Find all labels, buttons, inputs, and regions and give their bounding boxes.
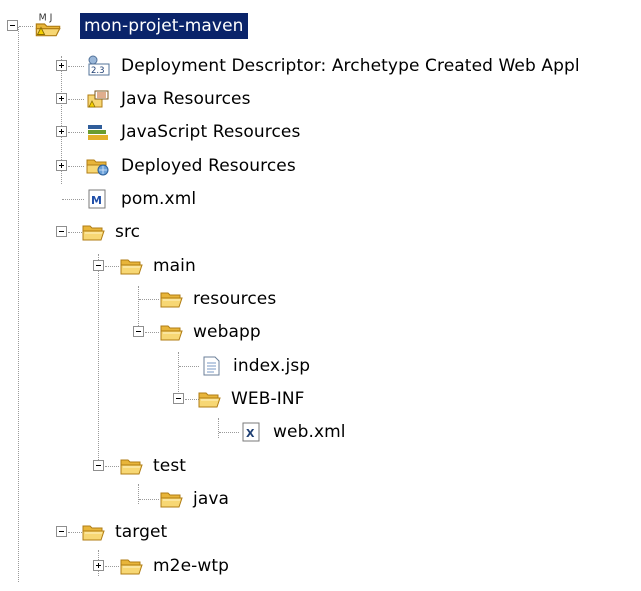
tree-item-index-jsp[interactable]: index.jsp bbox=[0, 350, 641, 383]
tree-item-label: JavaScript Resources bbox=[121, 122, 301, 142]
svg-text:2.3: 2.3 bbox=[91, 66, 105, 76]
tree-item-label: pom.xml bbox=[121, 189, 197, 209]
tree-line bbox=[19, 26, 33, 27]
tree-item-java-resources[interactable]: Java Resources bbox=[0, 83, 641, 116]
tree-line bbox=[68, 232, 82, 233]
project-explorer-tree: M J mon-projet-maven 2.3 Deployment Desc… bbox=[0, 0, 641, 591]
expand-toggle-icon[interactable] bbox=[56, 160, 67, 171]
tree-item-resources[interactable]: resources bbox=[0, 283, 641, 316]
tree-line bbox=[139, 499, 159, 500]
tree-line bbox=[139, 299, 159, 300]
folder-open-icon bbox=[82, 221, 106, 243]
tree-item-label: Java Resources bbox=[121, 89, 251, 109]
folder-open-icon bbox=[160, 288, 184, 310]
tree-line bbox=[68, 132, 84, 133]
collapse-toggle-icon[interactable] bbox=[7, 20, 18, 31]
collapse-toggle-icon[interactable] bbox=[93, 460, 104, 471]
svg-text:M J: M J bbox=[39, 13, 53, 24]
folder-open-icon bbox=[120, 255, 144, 277]
tree-item-label: src bbox=[115, 222, 141, 242]
folder-open-icon bbox=[120, 455, 144, 477]
tree-item-label: java bbox=[193, 489, 230, 509]
tree-line bbox=[68, 166, 84, 167]
collapse-toggle-icon[interactable] bbox=[93, 260, 104, 271]
java-resources-icon bbox=[87, 90, 109, 108]
folder-open-icon bbox=[198, 388, 222, 410]
tree-line bbox=[145, 332, 159, 333]
tree-item-label: webapp bbox=[193, 322, 261, 342]
tree-item-m2e-wtp[interactable]: m2e-wtp bbox=[0, 550, 641, 583]
folder-open-icon bbox=[160, 488, 184, 510]
tree-item-pom-xml[interactable]: M pom.xml bbox=[0, 183, 641, 216]
tree-item-target[interactable]: target bbox=[0, 516, 641, 549]
tree-item-label: WEB-INF bbox=[231, 389, 305, 409]
expand-toggle-icon[interactable] bbox=[56, 126, 67, 137]
collapse-toggle-icon[interactable] bbox=[56, 526, 67, 537]
tree-item-label: test bbox=[153, 456, 187, 476]
tree-line bbox=[68, 532, 82, 533]
tree-item-label: m2e-wtp bbox=[153, 556, 230, 576]
collapse-toggle-icon[interactable] bbox=[133, 326, 144, 337]
tree-item-web-xml[interactable]: X web.xml bbox=[0, 416, 641, 449]
tree-item-java[interactable]: java bbox=[0, 483, 641, 516]
deployed-resources-icon bbox=[86, 159, 109, 176]
folder-open-icon bbox=[120, 555, 144, 577]
collapse-toggle-icon[interactable] bbox=[56, 226, 67, 237]
tree-item-label: main bbox=[153, 256, 196, 276]
tree-item-label: resources bbox=[193, 289, 277, 309]
xml-file-icon: X bbox=[242, 422, 260, 442]
svg-text:M: M bbox=[91, 194, 102, 207]
tree-line bbox=[105, 566, 119, 567]
tree-item-label: mon-projet-maven bbox=[80, 13, 248, 39]
jsp-file-icon bbox=[203, 356, 220, 376]
tree-line bbox=[185, 399, 199, 400]
maven-pom-file-icon: M bbox=[88, 189, 106, 209]
tree-item-label: Deployed Resources bbox=[121, 156, 296, 176]
tree-line bbox=[105, 466, 119, 467]
maven-project-icon: M J bbox=[35, 13, 61, 37]
tree-line bbox=[105, 266, 119, 267]
tree-item-test[interactable]: test bbox=[0, 450, 641, 483]
tree-item-src[interactable]: src bbox=[0, 216, 641, 249]
tree-item-javascript-resources[interactable]: JavaScript Resources bbox=[0, 116, 641, 149]
tree-line bbox=[179, 366, 199, 367]
tree-item-main[interactable]: main bbox=[0, 250, 641, 283]
tree-item-project[interactable]: M J mon-projet-maven bbox=[0, 10, 641, 43]
tree-item-deployed-resources[interactable]: Deployed Resources bbox=[0, 150, 641, 183]
expand-toggle-icon[interactable] bbox=[56, 93, 67, 104]
tree-line bbox=[68, 99, 84, 100]
expand-toggle-icon[interactable] bbox=[93, 560, 104, 571]
svg-text:X: X bbox=[246, 427, 255, 440]
tree-item-label: index.jsp bbox=[233, 356, 311, 376]
tree-item-label: Deployment Descriptor: Archetype Created… bbox=[121, 56, 580, 76]
deployment-descriptor-icon: 2.3 bbox=[88, 55, 110, 76]
tree-item-web-inf[interactable]: WEB-INF bbox=[0, 383, 641, 416]
tree-item-deployment-descriptor[interactable]: 2.3 Deployment Descriptor: Archetype Cre… bbox=[0, 50, 641, 83]
tree-line bbox=[62, 199, 84, 200]
javascript-resources-icon bbox=[88, 125, 108, 140]
tree-item-label: web.xml bbox=[273, 422, 346, 442]
folder-open-icon bbox=[160, 321, 184, 343]
collapse-toggle-icon[interactable] bbox=[173, 393, 184, 404]
tree-item-webapp[interactable]: webapp bbox=[0, 316, 641, 349]
tree-item-label: target bbox=[115, 522, 168, 542]
expand-toggle-icon[interactable] bbox=[56, 60, 67, 71]
tree-line bbox=[68, 66, 84, 67]
folder-open-icon bbox=[82, 521, 106, 543]
tree-line bbox=[219, 432, 239, 433]
